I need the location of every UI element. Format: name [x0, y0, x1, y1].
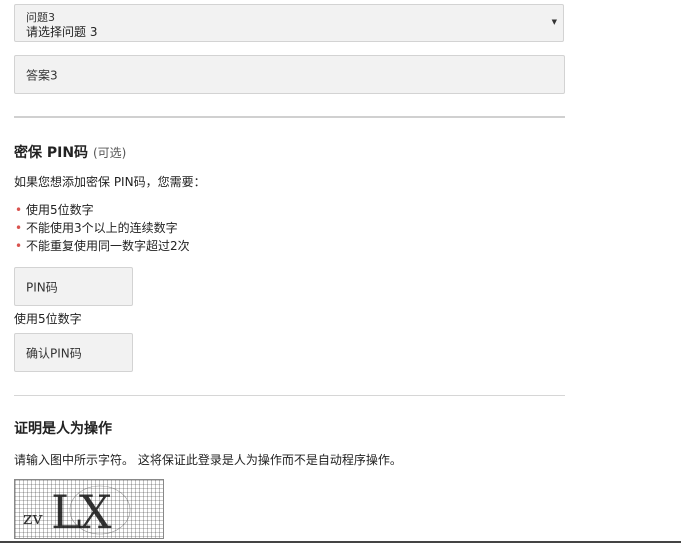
answer-3-input[interactable]: 答案3 [14, 55, 565, 94]
svg-text:L: L [51, 485, 82, 539]
list-item: • 使用5位数字 [15, 203, 94, 217]
confirm-pin-input[interactable]: 确认PIN码 [14, 333, 133, 372]
select-value: 请选择问题 3 [26, 25, 98, 39]
list-item: • 不能重复使用同一数字超过2次 [15, 239, 190, 253]
pin-hint-text: 使用5位数字 [14, 312, 82, 326]
list-item: • 不能使用3个以上的连续数字 [15, 221, 178, 235]
section-divider [14, 116, 565, 118]
bottom-border [0, 541, 681, 543]
bullet-icon: • [15, 239, 23, 253]
section-divider [14, 395, 565, 396]
pin-section-heading: 密保 PIN码 (可选) [14, 142, 126, 162]
human-check-title: 证明是人为操作 [14, 421, 112, 437]
optional-note: (可选) [92, 146, 127, 160]
pin-section-title: 密保 PIN码 [14, 145, 89, 161]
svg-text:X: X [79, 485, 112, 539]
svg-text:zv: zv [23, 508, 43, 529]
bullet-icon: • [15, 203, 23, 217]
pin-requirements-list: • 使用5位数字 • 不能使用3个以上的连续数字 • 不能重复使用同一数字超过2次 [14, 201, 190, 255]
captcha-image: zv L X [14, 479, 164, 539]
confirm-pin-placeholder: 确认PIN码 [26, 346, 82, 360]
security-question-3-select[interactable]: 问题3 请选择问题 3 ▼ [14, 4, 564, 42]
pin-intro-text: 如果您想添加密保 PIN码，您需要： [14, 175, 206, 189]
pin-input[interactable]: PIN码 [14, 267, 133, 306]
captcha-instructions: 请输入图中所示字符。 这将保证此登录是人为操作而不是自动程序操作。 [14, 453, 402, 467]
answer-placeholder: 答案3 [26, 68, 58, 82]
human-check-heading: 证明是人为操作 [14, 418, 112, 438]
bullet-icon: • [15, 221, 23, 235]
chevron-down-icon: ▼ [551, 18, 557, 26]
pin-placeholder: PIN码 [26, 280, 58, 294]
